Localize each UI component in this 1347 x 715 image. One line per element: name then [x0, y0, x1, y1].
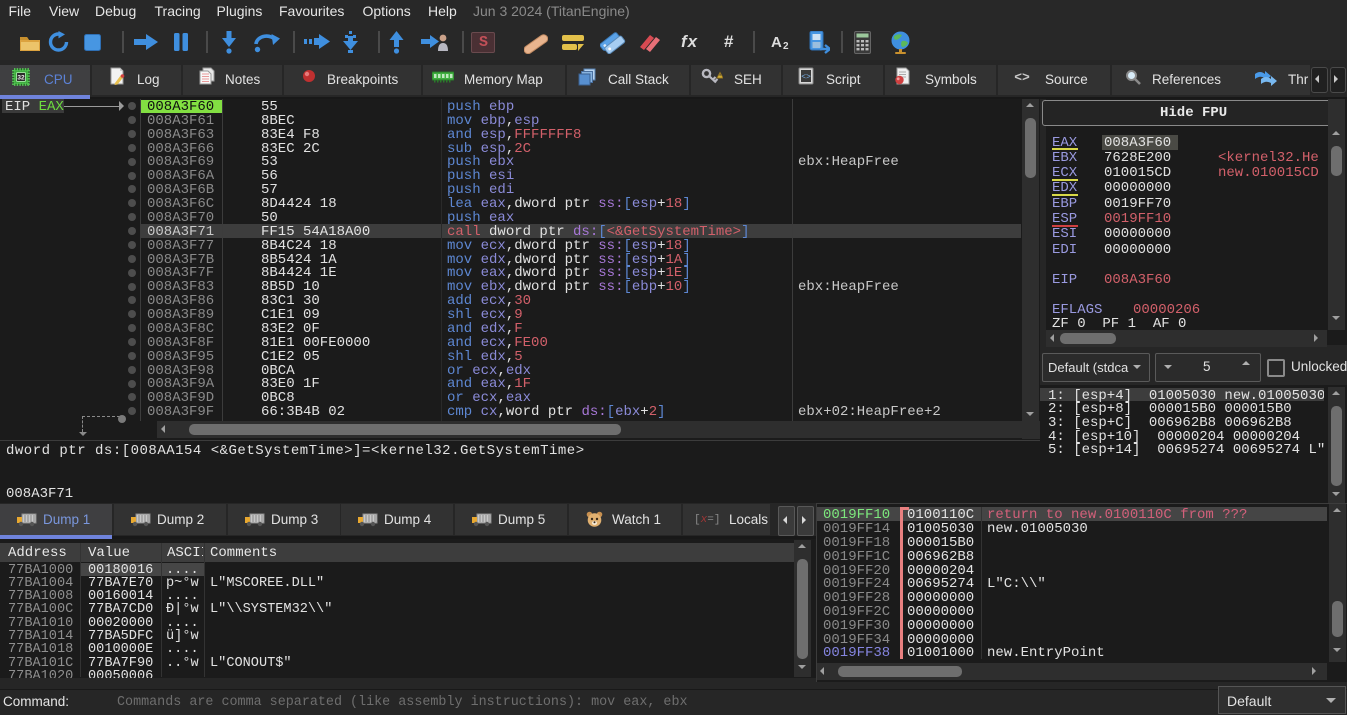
svg-text:32: 32: [17, 75, 25, 82]
svg-text:<>: <>: [1014, 70, 1030, 83]
svg-text:<>: <>: [801, 73, 811, 82]
